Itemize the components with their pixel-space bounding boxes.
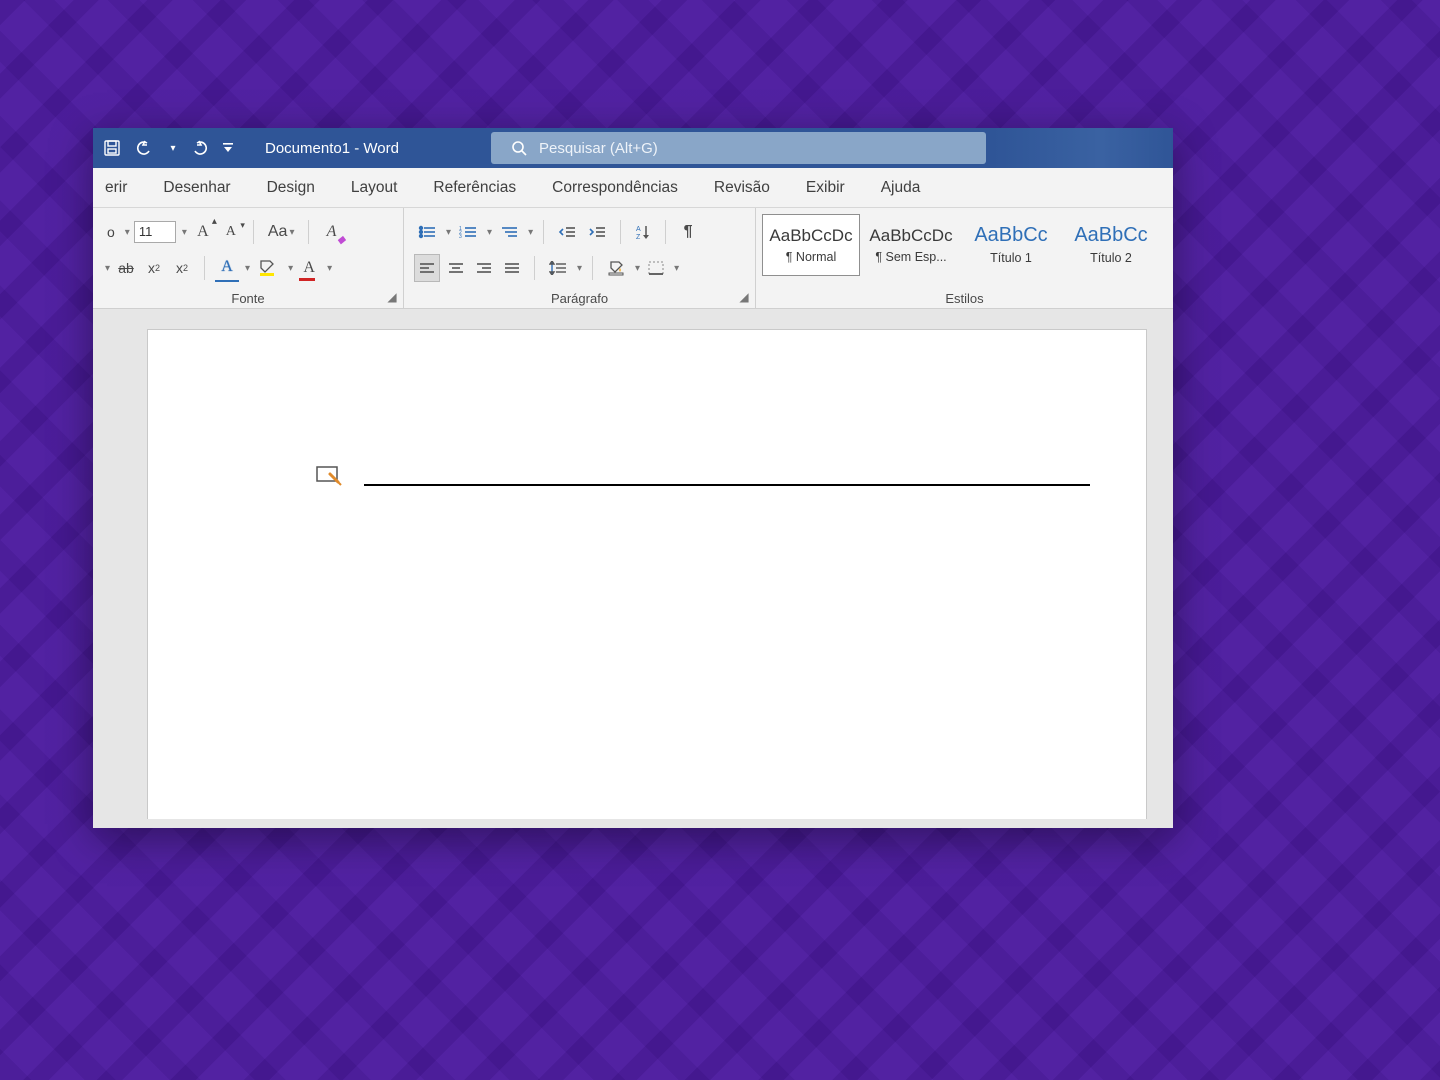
separator [665,220,666,244]
decrease-font-size-button[interactable]: A▾ [219,218,243,246]
font-color-button[interactable]: A [297,254,321,282]
app-title: Documento1 - Word [265,140,399,157]
bullets-button[interactable] [414,218,440,246]
style-label: ¶ Sem Esp... [875,250,946,264]
numbering-button[interactable]: 123 [455,218,481,246]
tab-ajuda[interactable]: Ajuda [877,179,925,197]
separator [534,256,535,280]
svg-text:Z: Z [636,234,641,240]
borders-button[interactable] [644,254,668,282]
align-center-button[interactable] [444,254,468,282]
style-title2[interactable]: AaBbCc Título 2 [1062,214,1160,276]
quick-access-toolbar: ▾ [93,134,243,162]
header-drawing-icon[interactable] [316,464,344,486]
paragraph-group-launcher[interactable]: ◢ [737,290,751,304]
search-icon [511,140,527,156]
font-size-input[interactable]: 11 [134,221,176,243]
undo-button[interactable] [131,134,157,162]
separator [204,256,205,280]
highlight-dropdown[interactable]: ▾ [288,263,293,274]
numbering-dropdown[interactable]: ▾ [487,227,492,238]
search-input[interactable] [537,139,986,158]
align-left-button[interactable] [414,254,440,282]
ribbon-group-styles: AaBbCcDc ¶ Normal AaBbCcDc ¶ Sem Esp... … [755,208,1173,308]
tab-layout[interactable]: Layout [347,179,402,197]
font-color-dropdown[interactable]: ▾ [327,263,332,274]
separator [308,220,309,244]
style-sample: AaBbCcDc [769,227,852,244]
ribbon-group-paragraph: ▾ 123 ▾ ▾ [403,208,755,308]
autosave-icon[interactable] [99,134,125,162]
increase-indent-button[interactable] [584,218,610,246]
clear-formatting-button[interactable]: A◆ [319,218,343,246]
undo-dropdown[interactable]: ▾ [163,134,181,162]
group-label-font: Fonte [93,291,403,306]
redo-button[interactable] [187,134,213,162]
svg-text:3: 3 [459,234,462,239]
align-right-button[interactable] [472,254,496,282]
tab-referencias[interactable]: Referências [429,179,520,197]
search-box[interactable] [491,132,986,164]
multilevel-list-button[interactable] [496,218,522,246]
style-label: Título 2 [1090,251,1132,265]
separator [620,220,621,244]
style-label: Título 1 [990,251,1032,265]
style-sample: AaBbCc [1074,225,1147,245]
title-bar-right-decor [993,128,1173,168]
shading-button[interactable] [603,254,629,282]
style-sample: AaBbCc [974,225,1047,245]
multilevel-dropdown[interactable]: ▾ [528,227,533,238]
font-size-dropdown[interactable]: ▾ [182,227,187,238]
highlight-button[interactable] [254,254,282,282]
style-label: ¶ Normal [786,250,836,264]
ribbon-group-font: o ▾ 11 ▾ A▴ A▾ Aa▾ A◆ ▾ ab x2 [93,208,403,308]
title-bar: ▾ Documento1 - Word [93,128,1173,168]
decrease-indent-button[interactable] [554,218,580,246]
font-group-launcher[interactable]: ◢ [385,290,399,304]
separator [592,256,593,280]
font-dropdown-fragment[interactable]: ▾ [105,263,110,274]
ribbon-tabs: erir Desenhar Design Layout Referências … [93,168,1173,208]
style-sample: AaBbCcDc [869,227,952,244]
style-no-spacing[interactable]: AaBbCcDc ¶ Sem Esp... [862,214,960,276]
tab-correspondencias[interactable]: Correspondências [548,179,682,197]
change-case-button[interactable]: Aa▾ [264,218,299,246]
desktop-wallpaper: ▾ Documento1 - Word [0,0,1440,1080]
group-label-styles: Estilos [756,291,1173,306]
subscript-button[interactable]: x2 [142,254,166,282]
line-spacing-button[interactable] [545,254,571,282]
svg-text:A: A [636,226,641,233]
strikethrough-button[interactable]: ab [114,254,138,282]
tab-exibir[interactable]: Exibir [802,179,849,197]
borders-dropdown[interactable]: ▾ [674,263,679,274]
text-effects-button[interactable]: A [215,254,239,282]
tab-revisao[interactable]: Revisão [710,179,774,197]
show-paragraph-marks-button[interactable]: ¶ [676,218,700,246]
justify-button[interactable] [500,254,524,282]
sort-button[interactable]: AZ [631,218,655,246]
separator [253,220,254,244]
tab-desenhar[interactable]: Desenhar [159,179,234,197]
tab-inserir-partial[interactable]: erir [101,179,131,197]
document-area [93,309,1173,819]
style-normal[interactable]: AaBbCcDc ¶ Normal [762,214,860,276]
superscript-button[interactable]: x2 [170,254,194,282]
line-spacing-dropdown[interactable]: ▾ [577,263,582,274]
font-name-dropdown[interactable]: ▾ [125,227,130,238]
document-page[interactable] [147,329,1147,819]
horizontal-line [364,484,1090,486]
style-title1[interactable]: AaBbCc Título 1 [962,214,1060,276]
tab-design[interactable]: Design [263,179,319,197]
text-effects-dropdown[interactable]: ▾ [245,263,250,274]
font-name-fragment[interactable]: o [103,218,119,246]
increase-font-size-button[interactable]: A▴ [191,218,215,246]
word-window: ▾ Documento1 - Word [93,128,1173,828]
separator [543,220,544,244]
qat-customize-button[interactable] [219,134,237,162]
shading-dropdown[interactable]: ▾ [635,263,640,274]
group-label-paragraph: Parágrafo [404,291,755,306]
ribbon: o ▾ 11 ▾ A▴ A▾ Aa▾ A◆ ▾ ab x2 [93,208,1173,309]
bullets-dropdown[interactable]: ▾ [446,227,451,238]
